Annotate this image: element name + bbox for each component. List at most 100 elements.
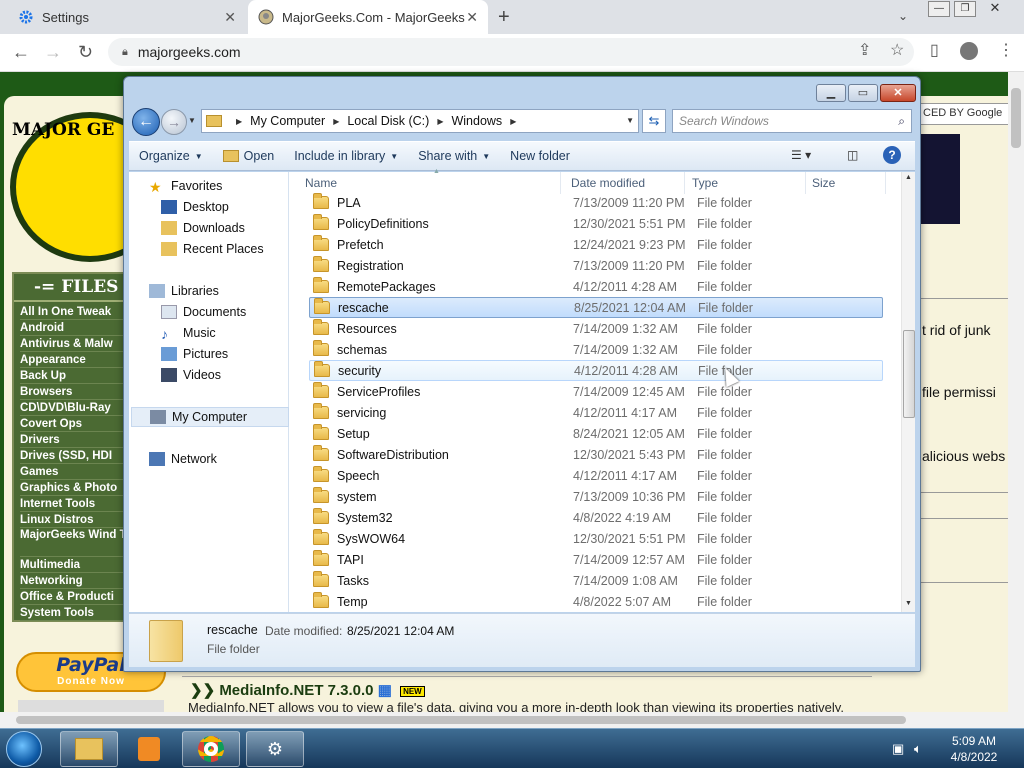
nav-my-computer[interactable]: My Computer (131, 407, 289, 427)
new-tab-button[interactable]: + (498, 6, 510, 29)
help-icon[interactable]: ? (883, 146, 901, 164)
new-folder-button[interactable]: New folder (500, 141, 580, 171)
refresh-button[interactable]: ⇆ (642, 109, 666, 133)
explorer-search-input[interactable]: Search Windows ⌕ (672, 109, 912, 133)
volume-icon[interactable]: 🔈︎ (914, 741, 922, 757)
tray-clock[interactable]: 5:09 AM 4/8/2022 (944, 733, 1004, 765)
nav-network[interactable]: Network (149, 449, 217, 469)
file-row[interactable]: schemas 7/14/2009 1:32 AM File folder (309, 339, 883, 360)
breadcrumb-arrow-icon[interactable]: ▶ (510, 117, 516, 126)
scroll-thumb[interactable] (903, 330, 915, 418)
breadcrumb-local-disk[interactable]: Local Disk (C:) (347, 114, 429, 128)
minimize-button[interactable]: — (928, 1, 950, 17)
share-with-button[interactable]: Share with ▼ (408, 141, 500, 171)
more-menu-icon[interactable]: ⋮ (998, 40, 1014, 60)
file-row[interactable]: System32 4/8/2022 4:19 AM File folder (309, 507, 883, 528)
side-panel-icon[interactable]: ▯ (930, 40, 939, 60)
file-row[interactable]: servicing 4/12/2011 4:17 AM File folder (309, 402, 883, 423)
file-row[interactable]: SysWOW64 12/30/2021 5:51 PM File folder (309, 528, 883, 549)
file-row[interactable]: Tasks 7/14/2009 1:08 AM File folder (309, 570, 883, 591)
column-header-type[interactable]: Type (686, 172, 806, 194)
file-row[interactable]: Temp 4/8/2022 5:07 AM File folder (309, 591, 883, 612)
back-arrow-icon[interactable]: ← (12, 42, 30, 63)
column-header-name[interactable]: Name ▲ (299, 168, 561, 194)
scroll-up-arrow-icon[interactable]: ▲ (905, 174, 912, 181)
file-row[interactable]: Prefetch 12/24/2021 9:23 PM File folder (309, 234, 883, 255)
nav-pictures[interactable]: Pictures (161, 344, 228, 364)
preview-pane-icon[interactable]: ◫ (847, 148, 858, 162)
file-row[interactable]: Speech 4/12/2011 4:17 AM File folder (309, 465, 883, 486)
scroll-thumb[interactable] (16, 716, 906, 724)
taskbar-explorer-button[interactable] (60, 731, 118, 767)
taskbar-media-player-button[interactable] (120, 731, 178, 767)
breadcrumb-my-computer[interactable]: My Computer (250, 114, 325, 128)
file-list-scrollbar[interactable]: ▲ ▼ (901, 172, 915, 612)
tab-settings[interactable]: Settings ✕ (8, 0, 246, 34)
article-snippet[interactable]: file permissi (922, 384, 996, 400)
breadcrumb-windows[interactable]: Windows (451, 114, 502, 128)
forward-button[interactable]: → (161, 109, 187, 135)
close-tab-icon[interactable]: ✕ (224, 9, 236, 26)
share-icon[interactable]: ⇪ (858, 40, 871, 60)
file-row[interactable]: ServiceProfiles 7/14/2009 12:45 AM File fo… (309, 381, 883, 402)
scroll-thumb[interactable] (1011, 88, 1021, 148)
back-button[interactable]: ← (132, 108, 160, 136)
profile-avatar-icon[interactable] (960, 42, 978, 60)
file-row[interactable]: security 4/12/2011 4:28 AM File folder (309, 360, 883, 381)
file-row[interactable]: Setup 8/24/2021 12:05 AM File folder (309, 423, 883, 444)
article-snippet[interactable]: alicious webs (922, 448, 1005, 464)
reload-icon[interactable]: ↻ (78, 42, 93, 63)
history-dropdown-icon[interactable]: ▼ (188, 116, 196, 125)
change-view-icon[interactable]: ☰ ▾ (791, 148, 811, 162)
nav-favorites[interactable]: ★ Favorites (149, 176, 222, 196)
page-vertical-scrollbar[interactable] (1008, 72, 1024, 712)
nav-libraries[interactable]: Libraries (149, 281, 219, 301)
article-title[interactable]: ❯❯ MediaInfo.NET 7.3.0.0 ▦ NEW (190, 681, 425, 699)
tab-majorgeeks[interactable]: MajorGeeks.Com - MajorGeeks ✕ (248, 0, 488, 34)
file-row[interactable]: SoftwareDistribution 12/30/2021 5:43 PM Fi… (309, 444, 883, 465)
file-row[interactable]: system 7/13/2009 10:36 PM File folder (309, 486, 883, 507)
maximize-button[interactable]: ▭ (848, 84, 878, 102)
tab-search-icon[interactable]: ⌄ (898, 9, 908, 23)
restore-button[interactable]: ❐ (954, 1, 976, 17)
scroll-down-arrow-icon[interactable]: ▼ (905, 600, 912, 607)
address-dropdown-icon[interactable]: ▼ (626, 116, 634, 125)
file-row[interactable]: Registration 7/13/2009 11:20 PM File folde… (309, 255, 883, 276)
file-row[interactable]: PolicyDefinitions 12/30/2021 5:51 PM File … (309, 213, 883, 234)
explorer-address-bar[interactable]: ▶ My Computer ▶ Local Disk (C:) ▶ Window… (201, 109, 639, 133)
file-row[interactable]: rescache 8/25/2021 12:04 AM File folder (309, 297, 883, 318)
nav-documents[interactable]: Documents (161, 302, 246, 322)
taskbar-chrome-button[interactable] (182, 731, 240, 767)
nav-music[interactable]: ♪ Music (161, 323, 216, 343)
forward-arrow-icon[interactable]: → (44, 42, 62, 63)
close-tab-icon[interactable]: ✕ (466, 9, 478, 26)
article-snippet[interactable]: t rid of junk (922, 322, 990, 338)
file-row[interactable]: Resources 7/14/2009 1:32 AM File folder (309, 318, 883, 339)
nav-desktop[interactable]: Desktop (161, 197, 229, 217)
nav-recent-places[interactable]: Recent Places (161, 239, 264, 259)
start-button[interactable] (6, 731, 42, 767)
file-row[interactable]: TAPI 7/14/2009 12:57 AM File folder (309, 549, 883, 570)
search-icon[interactable]: ⌕ (898, 114, 905, 129)
close-window-button[interactable]: ✕ (984, 1, 1006, 17)
include-in-library-button[interactable]: Include in library ▼ (284, 141, 408, 171)
network-tray-icon[interactable]: ▣ (892, 741, 904, 757)
column-header-date[interactable]: Date modified (565, 172, 685, 194)
breadcrumb-arrow-icon[interactable]: ▶ (437, 117, 443, 126)
column-header-size[interactable]: Size (806, 172, 886, 194)
file-row[interactable]: RemotePackages 4/12/2011 4:28 AM File fold… (309, 276, 883, 297)
close-button[interactable]: ✕ (880, 84, 916, 102)
minimize-button[interactable]: ▁ (816, 84, 846, 102)
breadcrumb-arrow-icon[interactable]: ▶ (333, 117, 339, 126)
taskbar-tool-button[interactable]: ⚙ (246, 731, 304, 767)
organize-button[interactable]: Organize ▼ (129, 141, 213, 171)
file-row[interactable]: PLA 7/13/2009 11:20 PM File folder (309, 192, 883, 213)
nav-videos[interactable]: Videos (161, 365, 221, 385)
google-search-box[interactable]: CED BY Google (918, 103, 1010, 125)
bookmark-star-icon[interactable]: ☆ (890, 40, 904, 60)
address-bar[interactable]: 🔒︎ majorgeeks.com (108, 38, 914, 66)
open-button[interactable]: Open (213, 141, 285, 171)
page-horizontal-scrollbar[interactable] (0, 712, 1024, 728)
breadcrumb-arrow-icon[interactable]: ▶ (236, 117, 242, 126)
nav-downloads[interactable]: Downloads (161, 218, 245, 238)
